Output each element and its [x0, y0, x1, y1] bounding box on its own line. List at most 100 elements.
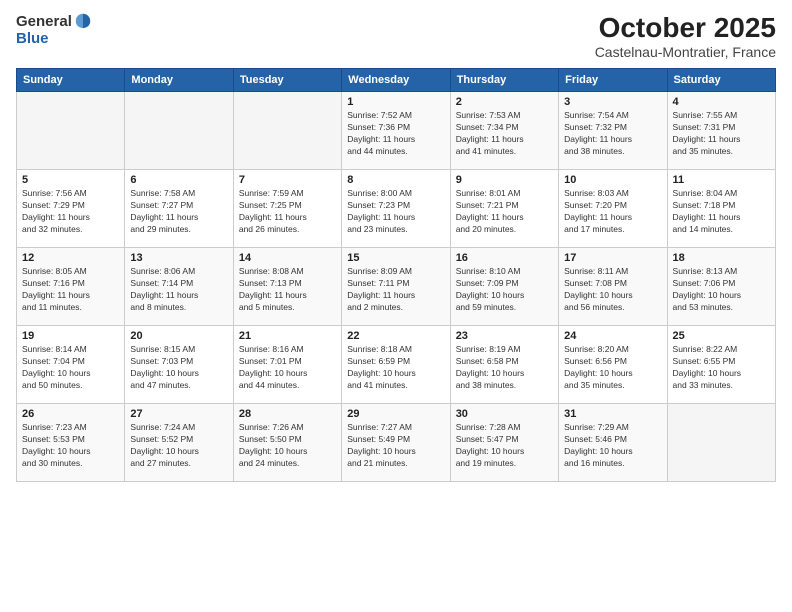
col-tuesday: Tuesday — [233, 69, 341, 92]
title-block: October 2025 Castelnau-Montratier, Franc… — [595, 12, 776, 60]
table-row: 19 Sunrise: 8:14 AM Sunset: 7:04 PM Dayli… — [17, 326, 125, 404]
table-row: 24 Sunrise: 8:20 AM Sunset: 6:56 PM Dayli… — [559, 326, 667, 404]
day-info: Sunrise: 7:53 AM Sunset: 7:34 PM Dayligh… — [456, 110, 553, 158]
day-info: Sunrise: 8:04 AM Sunset: 7:18 PM Dayligh… — [673, 188, 770, 236]
table-row: 11Sunrise: 8:04 AM Sunset: 7:18 PM Dayli… — [667, 170, 775, 248]
day-info: Sunrise: 7:29 AM Sunset: 5:46 PM Dayligh… — [564, 422, 661, 470]
header: General Blue October 2025 Castelnau-Mont… — [16, 12, 776, 60]
day-info: Sunrise: 8:22 AM Sunset: 6:55 PM Dayligh… — [673, 344, 770, 392]
day-info: Sunrise: 7:24 AM Sunset: 5:52 PM Dayligh… — [130, 422, 227, 470]
table-row: 10 Sunrise: 8:03 AM Sunset: 7:20 PM Dayli… — [559, 170, 667, 248]
logo-general-text: General — [16, 13, 72, 30]
day-number: 21 — [239, 330, 336, 342]
table-row: 17 Sunrise: 8:11 AM Sunset: 7:08 PM Dayli… — [559, 248, 667, 326]
page: General Blue October 2025 Castelnau-Mont… — [0, 0, 792, 612]
day-info: Sunrise: 7:28 AM Sunset: 5:47 PM Dayligh… — [456, 422, 553, 470]
day-info: Sunrise: 7:27 AM Sunset: 5:49 PM Dayligh… — [347, 422, 444, 470]
table-row: 13Sunrise: 8:06 AM Sunset: 7:14 PM Dayli… — [125, 248, 233, 326]
table-row: 21 Sunrise: 8:16 AM Sunset: 7:01 PM Dayli… — [233, 326, 341, 404]
calendar-week-3: 12Sunrise: 8:05 AM Sunset: 7:16 PM Dayli… — [17, 248, 776, 326]
table-row: 5Sunrise: 7:56 AM Sunset: 7:29 PM Daylig… — [17, 170, 125, 248]
day-info: Sunrise: 7:23 AM Sunset: 5:53 PM Dayligh… — [22, 422, 119, 470]
table-row: 25 Sunrise: 8:22 AM Sunset: 6:55 PM Dayli… — [667, 326, 775, 404]
table-row: 18Sunrise: 8:13 AM Sunset: 7:06 PM Dayli… — [667, 248, 775, 326]
calendar-week-5: 26 Sunrise: 7:23 AM Sunset: 5:53 PM Dayli… — [17, 404, 776, 482]
day-info: Sunrise: 8:15 AM Sunset: 7:03 PM Dayligh… — [130, 344, 227, 392]
calendar-table: Sunday Monday Tuesday Wednesday Thursday… — [16, 68, 776, 482]
day-number: 24 — [564, 330, 661, 342]
table-row: 8 Sunrise: 8:00 AM Sunset: 7:23 PM Daylig… — [342, 170, 450, 248]
day-info: Sunrise: 8:03 AM Sunset: 7:20 PM Dayligh… — [564, 188, 661, 236]
table-row: 22 Sunrise: 8:18 AM Sunset: 6:59 PM Dayli… — [342, 326, 450, 404]
table-row: 2Sunrise: 7:53 AM Sunset: 7:34 PM Daylig… — [450, 92, 558, 170]
table-row: 14 Sunrise: 8:08 AM Sunset: 7:13 PM Dayli… — [233, 248, 341, 326]
table-row: 30 Sunrise: 7:28 AM Sunset: 5:47 PM Dayli… — [450, 404, 558, 482]
day-info: Sunrise: 7:54 AM Sunset: 7:32 PM Dayligh… — [564, 110, 661, 158]
table-row: 23 Sunrise: 8:19 AM Sunset: 6:58 PM Dayli… — [450, 326, 558, 404]
table-row — [125, 92, 233, 170]
day-number: 7 — [239, 174, 336, 186]
calendar-week-1: 1 Sunrise: 7:52 AM Sunset: 7:36 PM Daylig… — [17, 92, 776, 170]
day-number: 5 — [22, 174, 119, 186]
day-number: 31 — [564, 408, 661, 420]
day-info: Sunrise: 8:08 AM Sunset: 7:13 PM Dayligh… — [239, 266, 336, 314]
day-info: Sunrise: 8:18 AM Sunset: 6:59 PM Dayligh… — [347, 344, 444, 392]
day-number: 25 — [673, 330, 770, 342]
day-info: Sunrise: 8:00 AM Sunset: 7:23 PM Dayligh… — [347, 188, 444, 236]
logo: General Blue — [16, 12, 92, 48]
day-number: 17 — [564, 252, 661, 264]
day-info: Sunrise: 8:19 AM Sunset: 6:58 PM Dayligh… — [456, 344, 553, 392]
day-info: Sunrise: 7:52 AM Sunset: 7:36 PM Dayligh… — [347, 110, 444, 158]
day-info: Sunrise: 8:05 AM Sunset: 7:16 PM Dayligh… — [22, 266, 119, 314]
day-info: Sunrise: 7:55 AM Sunset: 7:31 PM Dayligh… — [673, 110, 770, 158]
day-info: Sunrise: 8:14 AM Sunset: 7:04 PM Dayligh… — [22, 344, 119, 392]
day-number: 3 — [564, 96, 661, 108]
day-number: 14 — [239, 252, 336, 264]
location: Castelnau-Montratier, France — [595, 44, 776, 60]
day-info: Sunrise: 8:20 AM Sunset: 6:56 PM Dayligh… — [564, 344, 661, 392]
table-row: 4 Sunrise: 7:55 AM Sunset: 7:31 PM Daylig… — [667, 92, 775, 170]
day-number: 8 — [347, 174, 444, 186]
day-number: 9 — [456, 174, 553, 186]
day-info: Sunrise: 8:13 AM Sunset: 7:06 PM Dayligh… — [673, 266, 770, 314]
day-info: Sunrise: 8:09 AM Sunset: 7:11 PM Dayligh… — [347, 266, 444, 314]
day-number: 28 — [239, 408, 336, 420]
calendar-week-4: 19 Sunrise: 8:14 AM Sunset: 7:04 PM Dayli… — [17, 326, 776, 404]
day-number: 27 — [130, 408, 227, 420]
col-thursday: Thursday — [450, 69, 558, 92]
table-row: 12Sunrise: 8:05 AM Sunset: 7:16 PM Dayli… — [17, 248, 125, 326]
col-sunday: Sunday — [17, 69, 125, 92]
table-row: 9 Sunrise: 8:01 AM Sunset: 7:21 PM Daylig… — [450, 170, 558, 248]
day-info: Sunrise: 8:11 AM Sunset: 7:08 PM Dayligh… — [564, 266, 661, 314]
col-saturday: Saturday — [667, 69, 775, 92]
table-row: 6Sunrise: 7:58 AM Sunset: 7:27 PM Daylig… — [125, 170, 233, 248]
table-row: 16Sunrise: 8:10 AM Sunset: 7:09 PM Dayli… — [450, 248, 558, 326]
month-title: October 2025 — [595, 12, 776, 44]
table-row — [233, 92, 341, 170]
table-row: 7 Sunrise: 7:59 AM Sunset: 7:25 PM Daylig… — [233, 170, 341, 248]
table-row: 28Sunrise: 7:26 AM Sunset: 5:50 PM Dayli… — [233, 404, 341, 482]
day-number: 4 — [673, 96, 770, 108]
table-row: 27 Sunrise: 7:24 AM Sunset: 5:52 PM Dayli… — [125, 404, 233, 482]
table-row: 1 Sunrise: 7:52 AM Sunset: 7:36 PM Daylig… — [342, 92, 450, 170]
table-row: 29Sunrise: 7:27 AM Sunset: 5:49 PM Dayli… — [342, 404, 450, 482]
day-number: 19 — [22, 330, 119, 342]
day-info: Sunrise: 8:01 AM Sunset: 7:21 PM Dayligh… — [456, 188, 553, 236]
day-number: 22 — [347, 330, 444, 342]
table-row: 26 Sunrise: 7:23 AM Sunset: 5:53 PM Dayli… — [17, 404, 125, 482]
day-number: 1 — [347, 96, 444, 108]
day-number: 26 — [22, 408, 119, 420]
table-row — [667, 404, 775, 482]
col-friday: Friday — [559, 69, 667, 92]
logo-icon — [74, 12, 92, 30]
day-number: 23 — [456, 330, 553, 342]
day-number: 20 — [130, 330, 227, 342]
day-info: Sunrise: 7:59 AM Sunset: 7:25 PM Dayligh… — [239, 188, 336, 236]
table-row: 15Sunrise: 8:09 AM Sunset: 7:11 PM Dayli… — [342, 248, 450, 326]
table-row: 20 Sunrise: 8:15 AM Sunset: 7:03 PM Dayli… — [125, 326, 233, 404]
day-info: Sunrise: 8:06 AM Sunset: 7:14 PM Dayligh… — [130, 266, 227, 314]
col-monday: Monday — [125, 69, 233, 92]
day-info: Sunrise: 8:16 AM Sunset: 7:01 PM Dayligh… — [239, 344, 336, 392]
day-number: 10 — [564, 174, 661, 186]
day-number: 30 — [456, 408, 553, 420]
